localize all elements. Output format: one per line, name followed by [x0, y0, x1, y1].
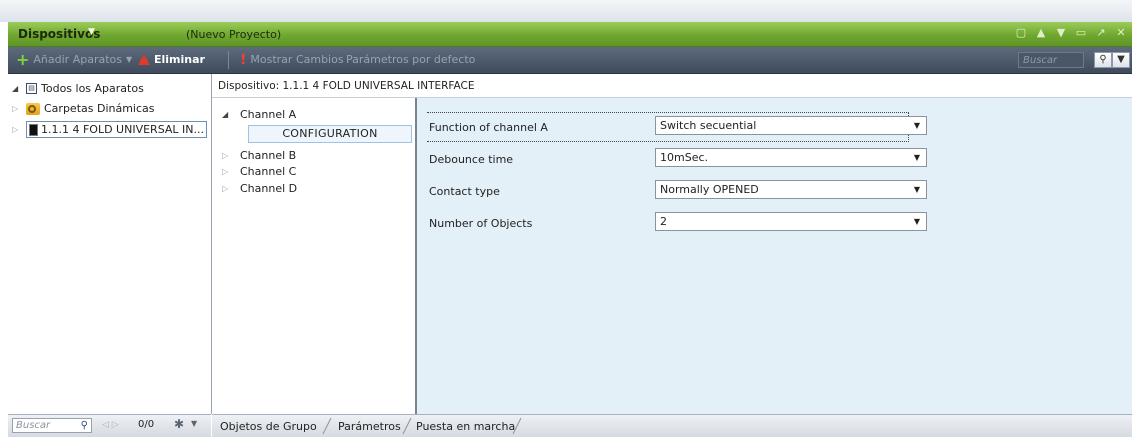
default-parameters-button[interactable]: Parámetros por defecto [346, 53, 475, 66]
tab-commissioning[interactable]: Puesta en marcha [416, 420, 515, 433]
param-label: Contact type [429, 185, 500, 198]
selected-device-row[interactable]: 1.1.1 4 FOLD UNIVERSAL IN... [26, 121, 208, 138]
search-icon[interactable]: ⚲ [1094, 52, 1112, 68]
close-icon[interactable]: ✕ [1114, 26, 1128, 40]
select-value: Normally OPENED [660, 183, 759, 196]
tree-footer: Buscar ⚲ ◁ ▷ 0/0 ✱ ▼ [8, 414, 211, 437]
channel-b-item[interactable]: ▷ Channel B [222, 149, 296, 162]
device-icon [29, 123, 38, 136]
channel-label: Channel D [240, 182, 298, 195]
show-changes-button[interactable]: ! Mostrar Cambios [240, 51, 344, 68]
expanded-triangle-icon[interactable]: ◢ [222, 110, 232, 119]
configuration-item[interactable]: CONFIGURATION [248, 125, 412, 143]
tab-group-objects[interactable]: Objetos de Grupo [220, 420, 317, 433]
device-header: Dispositivo: 1.1.1 4 FOLD UNIVERSAL INTE… [212, 74, 1132, 98]
gear-icon[interactable]: ✱ [174, 417, 184, 431]
function-select[interactable]: Switch secuential ▼ [655, 116, 927, 135]
collapsed-triangle-icon[interactable]: ▷ [222, 151, 232, 160]
expanded-triangle-icon[interactable]: ◢ [12, 84, 22, 93]
device-tree-panel: ◢ ▤ Todos los Aparatos ▷ Carpetas Dinámi… [8, 74, 212, 414]
channel-label: Channel A [240, 108, 297, 121]
select-value: 10mSec. [660, 151, 709, 164]
show-changes-label: Mostrar Cambios [250, 53, 344, 66]
filter-icon[interactable]: ▼ [1112, 52, 1130, 68]
maximize-icon[interactable]: ▭ [1074, 26, 1088, 40]
toolbar-divider [228, 51, 229, 69]
channel-label: Channel B [240, 149, 297, 162]
device-header-label: Dispositivo: 1.1.1 4 FOLD UNIVERSAL INTE… [218, 80, 475, 92]
param-label: Debounce time [429, 153, 514, 166]
delete-label: Eliminar [154, 53, 205, 66]
tree-item-all-devices[interactable]: ◢ ▤ Todos los Aparatos [12, 82, 144, 95]
tree-item-label: Carpetas Dinámicas [44, 102, 155, 115]
application-window: Dispositivos ▼ (Nuevo Proyecto) ▢ ▲ ▼ ▭ … [0, 0, 1132, 437]
collapsed-triangle-icon[interactable]: ▷ [12, 125, 22, 134]
bottom-tab-bar: Objetos de Grupo Parámetros Puesta en ma… [212, 414, 1132, 437]
debounce-select[interactable]: 10mSec. ▼ [655, 148, 927, 167]
add-devices-label: Añadir Aparatos [33, 53, 122, 66]
panel-title-bar: Dispositivos ▼ (Nuevo Proyecto) ▢ ▲ ▼ ▭ … [8, 22, 1132, 47]
window-controls: ▢ ▲ ▼ ▭ ↗ ✕ [1014, 26, 1128, 40]
collapsed-triangle-icon[interactable]: ▷ [222, 184, 232, 193]
search-icon[interactable]: ⚲ [81, 419, 88, 432]
chevron-down-icon[interactable]: ▼ [191, 419, 197, 428]
collapsed-triangle-icon[interactable]: ▷ [12, 104, 22, 113]
channel-c-item[interactable]: ▷ Channel C [222, 165, 296, 178]
tree-item-label: 1.1.1 4 FOLD UNIVERSAL IN... [41, 123, 205, 136]
tree-item-label: Todos los Aparatos [41, 82, 144, 95]
objects-count-select[interactable]: 2 ▼ [655, 212, 927, 231]
search-input[interactable]: Buscar [1018, 52, 1084, 68]
default-parameters-label: Parámetros por defecto [346, 53, 476, 66]
add-devices-button[interactable]: + Añadir Aparatos ▼ [16, 49, 132, 69]
pin-icon[interactable]: ↗ [1094, 26, 1108, 40]
result-count: 0/0 [138, 419, 155, 430]
device-list-icon: ▤ [26, 83, 37, 94]
delete-icon [138, 54, 150, 65]
plus-icon: + [16, 49, 30, 69]
channel-a-item[interactable]: ◢ Channel A [222, 108, 296, 121]
channel-d-item[interactable]: ▷ Channel D [222, 182, 297, 195]
toolbar: + Añadir Aparatos ▼ Eliminar ! Mostrar C… [8, 47, 1132, 74]
channel-tree: ◢ Channel A CONFIGURATION ▷ Channel B ▷ … [212, 98, 417, 414]
select-value: 2 [660, 215, 667, 228]
restore-icon[interactable]: ▢ [1014, 26, 1028, 40]
dropdown-arrow-icon[interactable]: ▼ [914, 213, 920, 230]
tree-item-dynamic-folders[interactable]: ▷ Carpetas Dinámicas [12, 102, 155, 115]
dropdown-arrow-icon[interactable]: ▼ [914, 149, 920, 166]
tab-divider [512, 417, 522, 435]
tab-divider [322, 417, 332, 435]
select-value: Switch secuential [660, 119, 757, 132]
contact-type-select[interactable]: Normally OPENED ▼ [655, 180, 927, 199]
top-strip [0, 0, 1132, 22]
tab-parameters[interactable]: Parámetros [338, 420, 401, 433]
tree-search-placeholder: Buscar [16, 420, 51, 431]
arrow-down-icon[interactable]: ▼ [1054, 26, 1068, 40]
project-name: (Nuevo Proyecto) [186, 28, 282, 41]
param-label: Number of Objects [429, 217, 533, 230]
delete-button[interactable]: Eliminar [138, 53, 205, 66]
search-folder-icon [26, 102, 40, 115]
chevron-down-icon[interactable]: ▼ [88, 27, 95, 37]
chevron-down-icon[interactable]: ▼ [126, 55, 132, 64]
tree-item-device[interactable]: ▷ 1.1.1 4 FOLD UNIVERSAL IN... [12, 121, 208, 138]
nav-arrows-icon[interactable]: ◁ ▷ [102, 420, 119, 430]
tree-search-input[interactable]: Buscar ⚲ [12, 418, 92, 433]
collapsed-triangle-icon[interactable]: ▷ [222, 167, 232, 176]
dropdown-arrow-icon[interactable]: ▼ [914, 181, 920, 198]
arrow-up-icon[interactable]: ▲ [1034, 26, 1048, 40]
exclamation-icon: ! [240, 51, 247, 68]
dropdown-arrow-icon[interactable]: ▼ [914, 117, 920, 134]
tab-divider [402, 417, 412, 435]
parameters-panel: Function of channel A Switch secuential … [417, 98, 1132, 414]
param-label: Function of channel A [429, 121, 548, 134]
channel-label: Channel C [240, 165, 297, 178]
